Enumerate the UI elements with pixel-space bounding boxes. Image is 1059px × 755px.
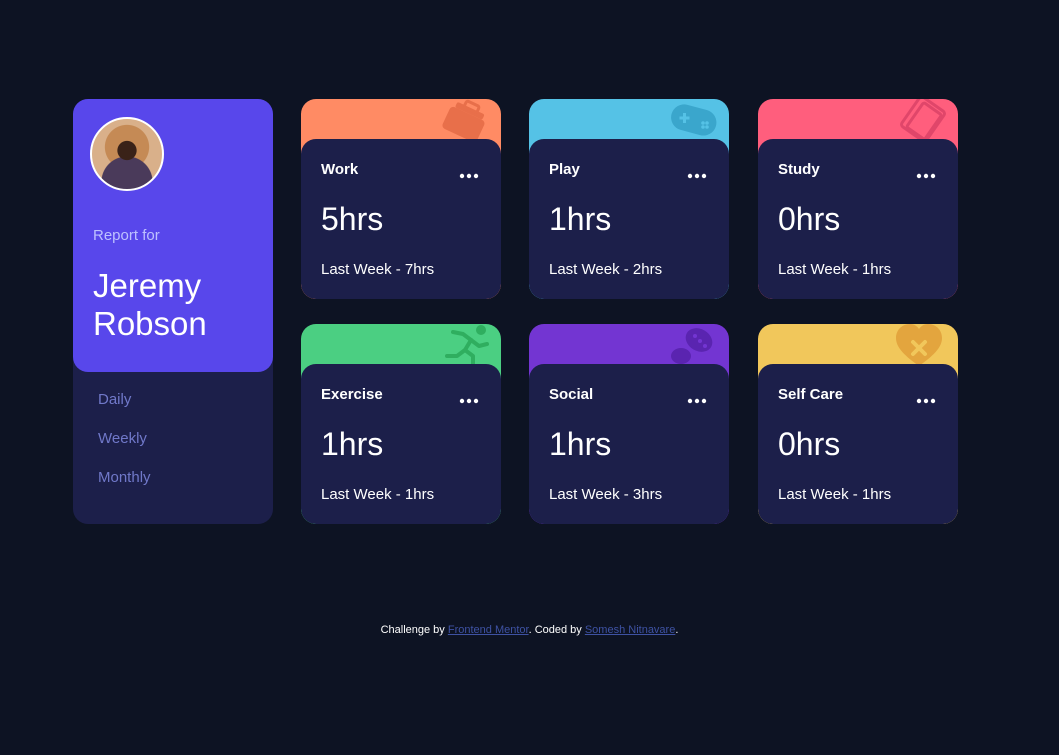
- activity-title: Study: [778, 161, 820, 178]
- activity-card-work: Work 5hrs Last Week - 7hrs: [301, 99, 501, 299]
- activity-title: Work: [321, 161, 359, 178]
- ellipsis-icon[interactable]: [459, 396, 479, 406]
- activity-body: Exercise 1hrs Last Week - 1hrs: [301, 364, 501, 524]
- activity-body: Self Care 0hrs Last Week - 1hrs: [758, 364, 958, 524]
- briefcase-icon: [442, 99, 485, 141]
- profile-header: Report for Jeremy Robson: [73, 99, 273, 372]
- activity-card-study: Study 0hrs Last Week - 1hrs: [758, 99, 958, 299]
- avatar: [90, 117, 164, 191]
- footer: Challenge by Frontend Mentor. Coded by S…: [0, 624, 1059, 636]
- current-hours: 1hrs: [549, 201, 612, 237]
- activity-title: Self Care: [778, 386, 844, 403]
- previous-hours: Last Week - 2hrs: [549, 261, 663, 278]
- current-hours: 1hrs: [321, 426, 384, 462]
- report-for-label: Report for: [93, 227, 160, 244]
- period-monthly[interactable]: Monthly: [98, 469, 151, 508]
- activity-body: Work 5hrs Last Week - 7hrs: [301, 139, 501, 299]
- current-hours: 0hrs: [778, 201, 841, 237]
- footer-suffix: .: [675, 624, 679, 636]
- ellipsis-icon[interactable]: [916, 171, 936, 181]
- author-link[interactable]: Somesh Nitnavare: [585, 624, 676, 636]
- activity-body: Play 1hrs Last Week - 2hrs: [529, 139, 729, 299]
- chat-icon: [671, 328, 713, 364]
- activity-title: Play: [549, 161, 580, 178]
- books-icon: [900, 99, 946, 141]
- ellipsis-icon[interactable]: [687, 171, 707, 181]
- footer-prefix: Challenge by: [380, 624, 448, 636]
- user-name: Jeremy Robson: [93, 267, 207, 342]
- activity-card-social: Social 1hrs Last Week - 3hrs: [529, 324, 729, 524]
- ellipsis-icon[interactable]: [459, 171, 479, 181]
- period-daily[interactable]: Daily: [98, 391, 151, 430]
- previous-hours: Last Week - 1hrs: [321, 486, 435, 503]
- period-list: Daily Weekly Monthly: [98, 391, 151, 508]
- frontend-mentor-link[interactable]: Frontend Mentor: [448, 624, 529, 636]
- activity-title: Social: [549, 386, 594, 403]
- footer-middle: . Coded by: [528, 624, 585, 636]
- previous-hours: Last Week - 1hrs: [778, 486, 892, 503]
- activity-body: Social 1hrs Last Week - 3hrs: [529, 364, 729, 524]
- period-weekly[interactable]: Weekly: [98, 430, 151, 469]
- ellipsis-icon[interactable]: [916, 396, 936, 406]
- current-hours: 1hrs: [549, 426, 612, 462]
- activity-body: Study 0hrs Last Week - 1hrs: [758, 139, 958, 299]
- previous-hours: Last Week - 3hrs: [549, 486, 663, 503]
- runner-icon: [445, 325, 489, 366]
- ellipsis-icon[interactable]: [687, 396, 707, 406]
- previous-hours: Last Week - 1hrs: [778, 261, 892, 278]
- heart-icon: [896, 324, 942, 366]
- current-hours: 0hrs: [778, 426, 841, 462]
- activity-title: Exercise: [321, 386, 383, 403]
- activity-card-play: Play 1hrs Last Week - 2hrs: [529, 99, 729, 299]
- previous-hours: Last Week - 7hrs: [321, 261, 435, 278]
- activity-card-self-care: Self Care 0hrs Last Week - 1hrs: [758, 324, 958, 524]
- dashboard: Report for Jeremy Robson Daily Weekly Mo…: [73, 99, 958, 524]
- current-hours: 5hrs: [321, 201, 384, 237]
- activity-card-exercise: Exercise 1hrs Last Week - 1hrs: [301, 324, 501, 524]
- profile-card: Report for Jeremy Robson Daily Weekly Mo…: [73, 99, 273, 524]
- gamepad-icon: [671, 104, 717, 136]
